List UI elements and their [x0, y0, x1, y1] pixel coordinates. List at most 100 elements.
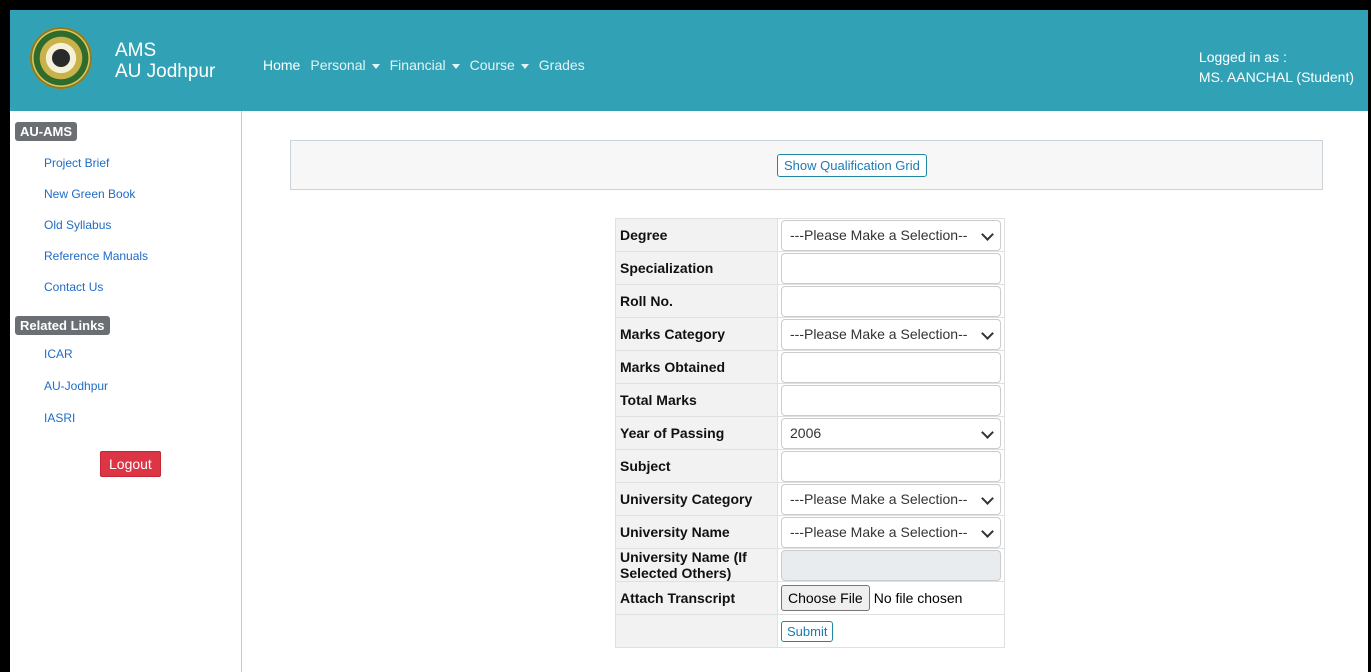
submit-row: Submit	[615, 614, 1005, 648]
sidebar-link-contact-us[interactable]: Contact Us	[44, 280, 103, 294]
user-info: Logged in as : MS. AANCHAL (Student)	[1199, 47, 1354, 87]
sidebar-link-iasri[interactable]: IASRI	[44, 411, 75, 425]
nav-home[interactable]: Home	[263, 57, 300, 73]
select-value: ---Please Make a Selection--	[790, 490, 968, 507]
form-field-cell: ---Please Make a Selection--	[777, 317, 1005, 351]
select-university-category[interactable]: ---Please Make a Selection--	[781, 483, 1001, 515]
logout-button[interactable]: Logout	[100, 451, 161, 477]
form-row: Marks Obtained	[615, 350, 1005, 384]
app-subtitle: AU Jodhpur	[115, 61, 216, 82]
form-field-cell: ---Please Make a Selection--	[777, 515, 1005, 549]
university-logo	[30, 27, 92, 89]
form-row: University Category ---Please Make a Sele…	[615, 482, 1005, 516]
chevron-down-icon	[981, 425, 994, 439]
form-row: University Name ---Please Make a Selectio…	[615, 515, 1005, 549]
select-degree[interactable]: ---Please Make a Selection--	[781, 219, 1001, 251]
select-value: 2006	[790, 424, 822, 441]
select-marks-category[interactable]: ---Please Make a Selection--	[781, 318, 1001, 350]
select-value: ---Please Make a Selection--	[790, 325, 968, 342]
nav-label: Home	[263, 57, 301, 73]
form-label: Specialization	[615, 251, 778, 285]
form-field-cell	[777, 350, 1005, 384]
nav-course[interactable]: Course	[470, 57, 529, 73]
form-field-cell: 2006	[777, 416, 1005, 450]
form-label: University Name (If Selected Others)	[615, 548, 778, 582]
chevron-down-icon	[981, 326, 994, 340]
submit-button[interactable]: Submit	[781, 621, 834, 642]
form-row: Roll No.	[615, 284, 1005, 318]
chevron-down-icon	[981, 227, 994, 241]
form-row: Attach Transcript Choose File No file chos…	[615, 581, 1005, 615]
app-title: AMS	[115, 40, 157, 61]
logged-in-label: Logged in as :	[1198, 49, 1287, 65]
sidebar-link-old-syllabus[interactable]: Old Syllabus	[44, 218, 111, 232]
input-total-marks[interactable]	[781, 384, 1001, 416]
sidebar-section-au-ams: AU-AMS	[15, 122, 77, 141]
qualification-grid-panel: Show Qualification Grid	[290, 140, 1323, 190]
input-roll-no-[interactable]	[781, 285, 1001, 317]
form-field-cell: ---Please Make a Selection--	[777, 218, 1005, 252]
form-label: Total Marks	[615, 383, 778, 417]
form-label: Degree	[615, 218, 778, 252]
nav-label: Personal	[310, 57, 366, 73]
sidebar-link-project-brief[interactable]: Project Brief	[44, 156, 109, 170]
form-label: University Name	[615, 515, 778, 549]
form-row: Year of Passing 2006	[615, 416, 1005, 450]
top-navbar: AMS AU Jodhpur Home Personal Financial Cour…	[10, 10, 1368, 111]
form-field-cell: ---Please Make a Selection--	[777, 482, 1005, 516]
nav-label: Grades	[538, 57, 585, 73]
sidebar: AU-AMS Project Brief New Green Book Old …	[10, 111, 242, 672]
select-value: ---Please Make a Selection--	[790, 226, 968, 243]
select-value: ---Please Make a Selection--	[790, 523, 968, 540]
submit-cell: Submit	[777, 614, 1005, 648]
form-label: Roll No.	[615, 284, 778, 318]
form-label: Attach Transcript	[615, 581, 778, 615]
app-frame: AMS AU Jodhpur Home Personal Financial Cour…	[10, 10, 1368, 672]
form-label: University Category	[615, 482, 778, 516]
form-row: University Name (If Selected Others)	[615, 548, 1005, 582]
form-label: Subject	[615, 449, 778, 483]
nav-label: Course	[469, 57, 515, 73]
form-field-cell: Choose File No file chosen	[777, 581, 1005, 615]
caret-down-icon	[520, 63, 529, 69]
show-qualification-grid-button[interactable]: Show Qualification Grid	[777, 154, 927, 177]
sidebar-link-new-green-book[interactable]: New Green Book	[44, 187, 135, 201]
nav-grades[interactable]: Grades	[539, 57, 585, 73]
main-nav: Home Personal Financial Course Grades	[263, 57, 585, 73]
form-row: Subject	[615, 449, 1005, 483]
select-year-of-passing[interactable]: 2006	[781, 417, 1001, 449]
input-marks-obtained[interactable]	[781, 351, 1001, 383]
form-row: Specialization	[615, 251, 1005, 285]
file-status: No file chosen	[873, 590, 963, 606]
input-subject[interactable]	[781, 450, 1001, 482]
form-row: Total Marks	[615, 383, 1005, 417]
qualification-form: Degree ---Please Make a Selection-- Specia…	[615, 218, 1005, 648]
chevron-down-icon	[981, 491, 994, 505]
select-university-name[interactable]: ---Please Make a Selection--	[781, 516, 1001, 548]
file-input[interactable]: Choose File No file chosen	[781, 585, 1001, 611]
main-content: Show Qualification Grid Degree ---Please …	[242, 111, 1368, 672]
input-university-name-others	[781, 549, 1001, 581]
sidebar-link-icar[interactable]: ICAR	[44, 347, 73, 361]
form-label: Marks Category	[615, 317, 778, 351]
form-field-cell	[777, 251, 1005, 285]
form-row: Marks Category ---Please Make a Selection…	[615, 317, 1005, 351]
form-field-cell	[777, 449, 1005, 483]
empty-cell	[615, 614, 778, 648]
form-label: Marks Obtained	[615, 350, 778, 384]
nav-label: Financial	[389, 57, 446, 73]
nav-personal[interactable]: Personal	[310, 57, 380, 73]
caret-down-icon	[371, 63, 380, 69]
choose-file-button[interactable]: Choose File	[781, 585, 870, 611]
sidebar-section-related-links: Related Links	[15, 316, 110, 335]
input-specialization[interactable]	[781, 252, 1001, 284]
user-name: MS. AANCHAL (Student)	[1198, 69, 1354, 85]
sidebar-link-au-jodhpur[interactable]: AU-Jodhpur	[44, 379, 108, 393]
chevron-down-icon	[981, 524, 994, 538]
nav-financial[interactable]: Financial	[390, 57, 460, 73]
form-field-cell	[777, 383, 1005, 417]
caret-down-icon	[451, 63, 460, 69]
form-label: Year of Passing	[615, 416, 778, 450]
sidebar-link-reference-manuals[interactable]: Reference Manuals	[44, 249, 148, 263]
form-field-cell	[777, 548, 1005, 582]
